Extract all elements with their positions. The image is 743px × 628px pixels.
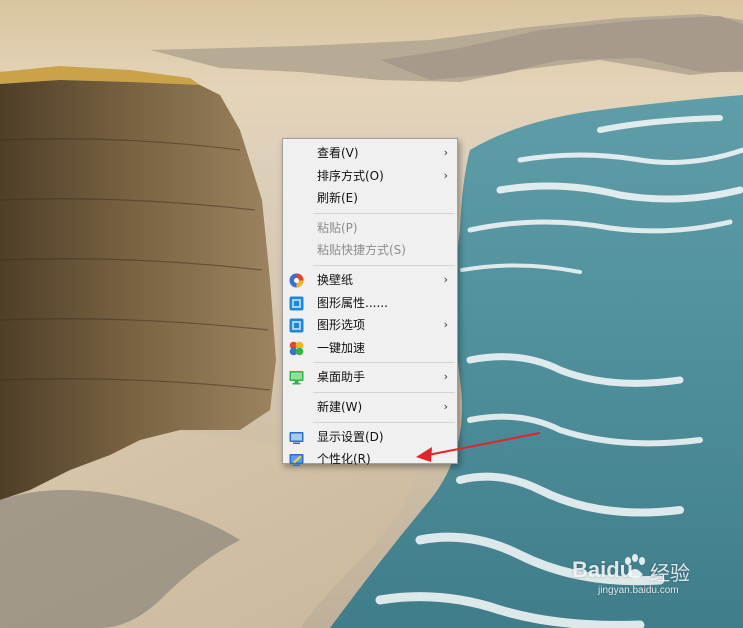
intel-graphics-icon: [289, 296, 304, 311]
menu-item-graphics-options[interactable]: 图形选项 ›: [283, 314, 457, 337]
menu-item-graphics-properties[interactable]: 图形属性......: [283, 292, 457, 315]
menu-item-label: 粘贴快捷方式(S): [317, 243, 406, 258]
chevron-right-icon: ›: [443, 370, 448, 384]
menu-item-label: 刷新(E): [317, 191, 358, 206]
menu-item-personalize[interactable]: 个性化(R): [283, 448, 457, 471]
menu-item-sort-by[interactable]: 排序方式(O) ›: [283, 165, 457, 188]
desktop-context-menu: 查看(V) › 排序方式(O) › 刷新(E) 粘贴(P) 粘贴快捷方式(S) …: [282, 138, 458, 467]
baidu-jingyan-watermark: Baidu 经验 jingyan.baidu.com: [572, 553, 732, 603]
menu-item-label: 显示设置(D): [317, 429, 384, 444]
menu-item-label: 图形属性......: [317, 295, 388, 310]
desktop-assistant-icon: [289, 371, 304, 385]
menu-item-label: 一键加速: [317, 340, 366, 355]
menu-separator: [313, 264, 455, 266]
menu-item-new[interactable]: 新建(W) ›: [283, 396, 457, 419]
menu-item-desktop-assistant[interactable]: 桌面助手 ›: [283, 366, 457, 389]
menu-item-label: 个性化(R): [317, 452, 371, 467]
paw-logo-icon: [625, 554, 645, 578]
display-settings-icon: [289, 431, 304, 444]
menu-item-one-click-speedup[interactable]: 一键加速: [283, 337, 457, 360]
menu-item-label: 换壁纸: [317, 272, 354, 287]
menu-item-display-settings[interactable]: 显示设置(D): [283, 426, 457, 449]
watermark-suffix: 经验: [650, 563, 690, 585]
menu-item-label: 排序方式(O): [317, 168, 384, 183]
menu-separator: [313, 212, 455, 214]
menu-item-change-wallpaper[interactable]: 换壁纸 ›: [283, 269, 457, 292]
intel-graphics-icon: [289, 318, 304, 333]
menu-separator: [313, 421, 455, 423]
watermark-sub: jingyan.baidu.com: [598, 585, 679, 596]
menu-item-paste: 粘贴(P): [283, 217, 457, 240]
menu-item-paste-shortcut: 粘贴快捷方式(S): [283, 239, 457, 262]
menu-item-refresh[interactable]: 刷新(E): [283, 187, 457, 210]
chevron-right-icon: ›: [443, 168, 448, 182]
menu-item-label: 新建(W): [317, 399, 363, 414]
menu-item-label: 桌面助手: [317, 370, 366, 385]
menu-separator: [313, 391, 455, 393]
menu-item-label: 粘贴(P): [317, 220, 358, 235]
wallpaper-app-icon: [289, 273, 304, 288]
menu-item-label: 图形选项: [317, 318, 366, 333]
menu-item-view[interactable]: 查看(V) ›: [283, 142, 457, 165]
speedup-icon: [289, 341, 304, 356]
chevron-right-icon: ›: [443, 146, 448, 159]
chevron-right-icon: ›: [443, 399, 448, 413]
chevron-right-icon: ›: [443, 272, 448, 286]
menu-item-label: 查看(V): [317, 146, 359, 160]
chevron-right-icon: ›: [443, 318, 448, 332]
personalize-icon: [289, 454, 304, 467]
menu-separator: [313, 362, 455, 364]
